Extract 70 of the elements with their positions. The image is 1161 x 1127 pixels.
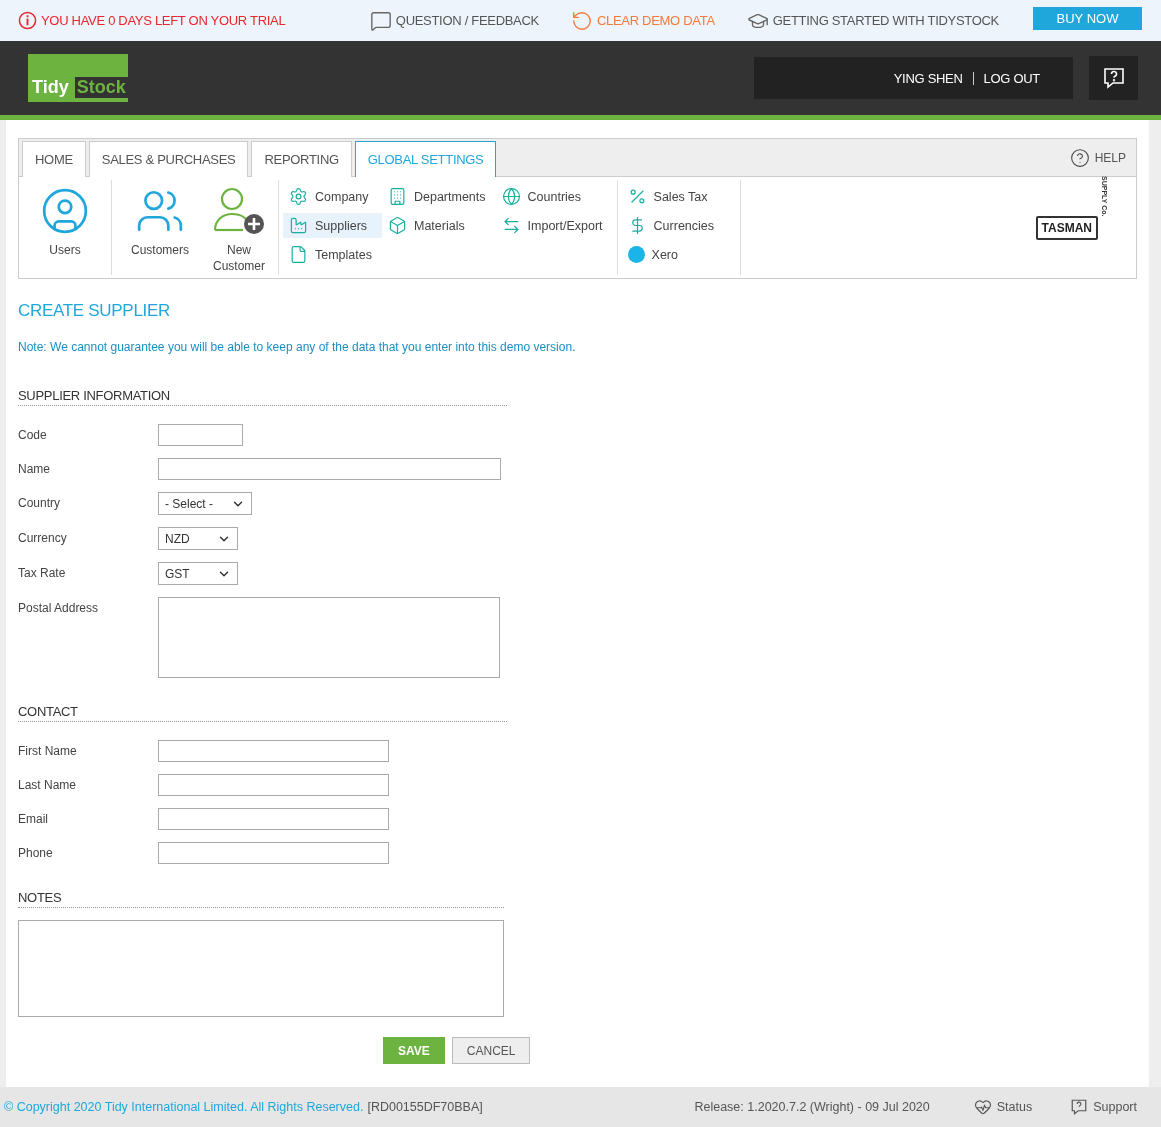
section-heading: CONTACT [18,704,507,722]
top-link[interactable]: QUESTION / FEEDBACK [369,9,539,32]
text-input[interactable] [158,740,389,762]
help-link[interactable]: HELP [1069,147,1136,168]
field-label: Phone [18,845,54,860]
select-field[interactable]: GST [158,562,238,585]
text-input[interactable] [158,808,389,830]
ribbon-button[interactable]: New Customer [204,180,274,275]
field-label: Email [18,811,49,826]
building-icon [388,187,407,206]
field-label: Name [18,461,51,476]
field-label: First Name [18,743,78,758]
field-label: Last Name [18,777,78,792]
field-label: Postal Address [18,600,100,615]
page-title: CREATE SUPPLIER [18,301,171,321]
demo-note: Note: We cannot guarantee you will be able to keep any of the data that you enter into this demo version. [18,340,577,354]
top-link[interactable]: GETTING STARTED WITH TIDYSTOCK [746,9,999,32]
nav-tab[interactable]: HOME [22,141,86,177]
ribbon-link[interactable]: Import/Export [495,213,613,238]
info-icon [18,11,37,30]
ribbon-link[interactable]: Xero [621,242,724,267]
arrows-icon [501,216,521,235]
release-info: Release: 1.2020.7.2 (Wright) - 09 Jul 2020 [694,1100,930,1114]
ribbon-button[interactable]: Customers [116,180,204,275]
text-input[interactable] [158,842,389,864]
trial-warning: YOU HAVE 0 DAYS LEFT ON YOUR TRIAL [18,11,286,30]
cube-icon [388,216,407,235]
user-name: YING SHEN [893,70,963,86]
ribbon-link[interactable]: Currencies [621,213,724,238]
help-button[interactable] [1089,56,1138,100]
logo: Tidy Stock [28,54,128,102]
nav-tab[interactable]: SALES & PURCHASES [88,141,249,177]
select-field[interactable]: - Select - [158,492,252,515]
cancel-button[interactable]: CANCEL [451,1037,531,1064]
heart-pulse-icon [973,1098,992,1116]
select-field[interactable]: NZD [158,527,238,550]
gear-icon [289,187,308,206]
text-input[interactable] [158,458,501,480]
logout-link[interactable]: LOG OUT [983,70,1040,86]
ribbon-link[interactable]: Suppliers [283,213,382,238]
text-input[interactable] [158,774,389,796]
section-heading: SUPPLIER INFORMATION [18,388,507,406]
ribbon-link[interactable]: Countries [495,184,613,209]
section-heading: NOTES [18,890,504,908]
field-label: Currency [18,530,68,545]
ribbon-link[interactable]: Departments [382,184,496,209]
ribbon-link[interactable]: Company [283,184,382,209]
xero-icon [627,246,645,263]
build-code: [RD00155DF70BBA] [367,1100,483,1114]
user-icon [40,186,90,236]
factory-icon [289,216,308,235]
ribbon-link[interactable]: Materials [382,213,496,238]
notes-textarea[interactable] [18,920,504,1017]
status-link[interactable]: Status [973,1098,1033,1116]
file-icon [289,245,308,264]
field-label: Tax Rate [18,565,67,580]
help-icon [1069,147,1090,168]
textarea-field[interactable] [158,597,500,678]
field-label: Code [18,427,48,442]
support-link[interactable]: Support [1070,1098,1137,1116]
text-input[interactable] [158,424,243,446]
add-user-icon [212,186,266,236]
ribbon-link[interactable]: Templates [283,242,382,267]
help-icon [1070,1098,1089,1116]
ribbon-button[interactable]: Users [23,180,107,275]
ribbon-link[interactable]: Sales Tax [621,184,724,209]
globe-icon [501,187,521,206]
help-icon [1101,66,1126,90]
field-label: Country [18,495,62,510]
nav-tab[interactable]: REPORTING [251,141,352,177]
